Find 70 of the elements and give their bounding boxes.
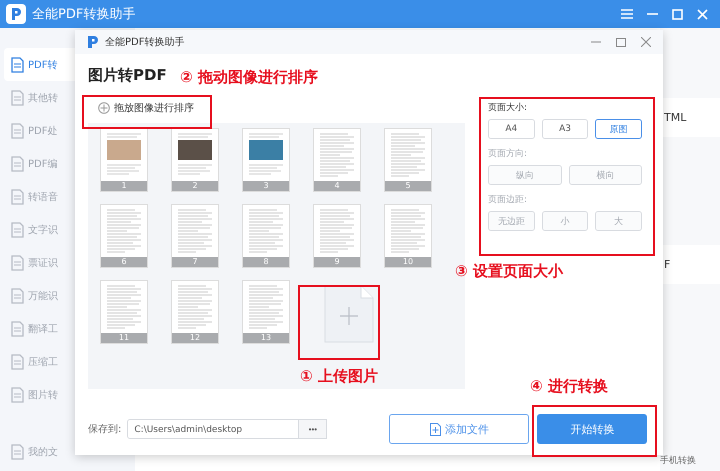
start-convert-button[interactable]: 开始转换 bbox=[537, 414, 648, 444]
add-file-icon bbox=[430, 422, 441, 436]
save-label: 保存到: bbox=[88, 423, 122, 436]
app-title: 全能PDF转换助手 bbox=[32, 6, 136, 23]
page-number: 1 bbox=[101, 181, 147, 191]
page-number: 13 bbox=[243, 333, 289, 343]
annotation-text: ① 上传图片 bbox=[300, 367, 378, 386]
annotation-text: ② 拖动图像进行排序 bbox=[180, 68, 318, 87]
dialog-title: 全能PDF转换助手 bbox=[105, 36, 184, 49]
page-thumbnail[interactable]: 11 bbox=[100, 280, 148, 344]
page-thumbnail[interactable]: 3 bbox=[242, 128, 290, 192]
page-number: 10 bbox=[385, 257, 431, 267]
option-button[interactable]: A3 bbox=[542, 119, 588, 139]
setting-label: 页面方向: bbox=[488, 148, 528, 160]
page-number: 11 bbox=[101, 333, 147, 343]
close-icon[interactable] bbox=[641, 37, 651, 47]
page-thumbnail[interactable]: 8 bbox=[242, 204, 290, 268]
document-icon bbox=[10, 222, 25, 238]
sidebar-item[interactable]: 压缩工 bbox=[4, 345, 135, 378]
page-number: 9 bbox=[314, 257, 360, 267]
setting-label: 页面边距: bbox=[488, 194, 528, 206]
tool-label: 手机转换 bbox=[660, 454, 696, 468]
document-icon bbox=[10, 386, 25, 402]
page-number: 3 bbox=[243, 181, 289, 191]
page-thumbnail[interactable]: 12 bbox=[171, 280, 219, 344]
page-number: 12 bbox=[172, 333, 218, 343]
page-thumbnail[interactable]: 9 bbox=[313, 204, 361, 268]
annotation-text: ④ 进行转换 bbox=[530, 377, 608, 396]
path-field[interactable]: C:\Users\admin\desktop bbox=[127, 419, 300, 439]
setting-label: 页面大小: bbox=[488, 102, 528, 114]
add-file-button[interactable]: 添加文件 bbox=[389, 414, 530, 444]
document-icon bbox=[10, 56, 25, 72]
page-number: 7 bbox=[172, 257, 218, 267]
sidebar-item[interactable]: 图片转 bbox=[4, 378, 135, 411]
page-number: 5 bbox=[385, 181, 431, 191]
page-thumbnail[interactable]: 6 bbox=[100, 204, 148, 268]
document-icon bbox=[10, 354, 25, 370]
document-icon bbox=[10, 156, 25, 172]
page-thumbnail[interactable]: 10 bbox=[384, 204, 432, 268]
page-number: 4 bbox=[314, 181, 360, 191]
document-icon bbox=[10, 122, 25, 138]
page-thumbnail[interactable]: 13 bbox=[242, 280, 290, 344]
document-icon bbox=[10, 444, 25, 460]
document-icon bbox=[10, 288, 25, 304]
document-icon bbox=[10, 90, 25, 106]
page-number: 2 bbox=[172, 181, 218, 191]
sort-button[interactable]: 拖放图像进行排序 bbox=[96, 99, 196, 117]
app-logo-icon bbox=[6, 4, 26, 24]
document-icon bbox=[10, 320, 25, 336]
page-number: 6 bbox=[101, 257, 147, 267]
menu-icon[interactable] bbox=[621, 9, 633, 19]
plus-circle-icon bbox=[98, 102, 110, 114]
page-thumbnail[interactable]: 7 bbox=[171, 204, 219, 268]
page-thumbnail[interactable]: 2 bbox=[171, 128, 219, 192]
app-logo-icon bbox=[87, 35, 100, 49]
option-button[interactable]: A4 bbox=[488, 119, 535, 139]
document-icon bbox=[10, 188, 25, 204]
annotation-text: ③ 设置页面大小 bbox=[455, 262, 563, 281]
page-number: 8 bbox=[243, 257, 289, 267]
tool-card-text: F bbox=[660, 245, 720, 284]
page-thumbnail[interactable]: 4 bbox=[313, 128, 361, 192]
option-button[interactable]: 原图 bbox=[595, 119, 642, 139]
maximize-icon[interactable] bbox=[616, 38, 626, 46]
add-page-icon bbox=[324, 285, 374, 343]
document-icon bbox=[10, 254, 25, 270]
page-thumbnail[interactable]: 1 bbox=[100, 128, 148, 192]
minimize-icon[interactable] bbox=[591, 41, 601, 43]
page-thumbnail[interactable]: 5 bbox=[384, 128, 432, 192]
tool-card-text: TML bbox=[660, 98, 720, 137]
browse-button[interactable]: ••• bbox=[299, 419, 328, 439]
